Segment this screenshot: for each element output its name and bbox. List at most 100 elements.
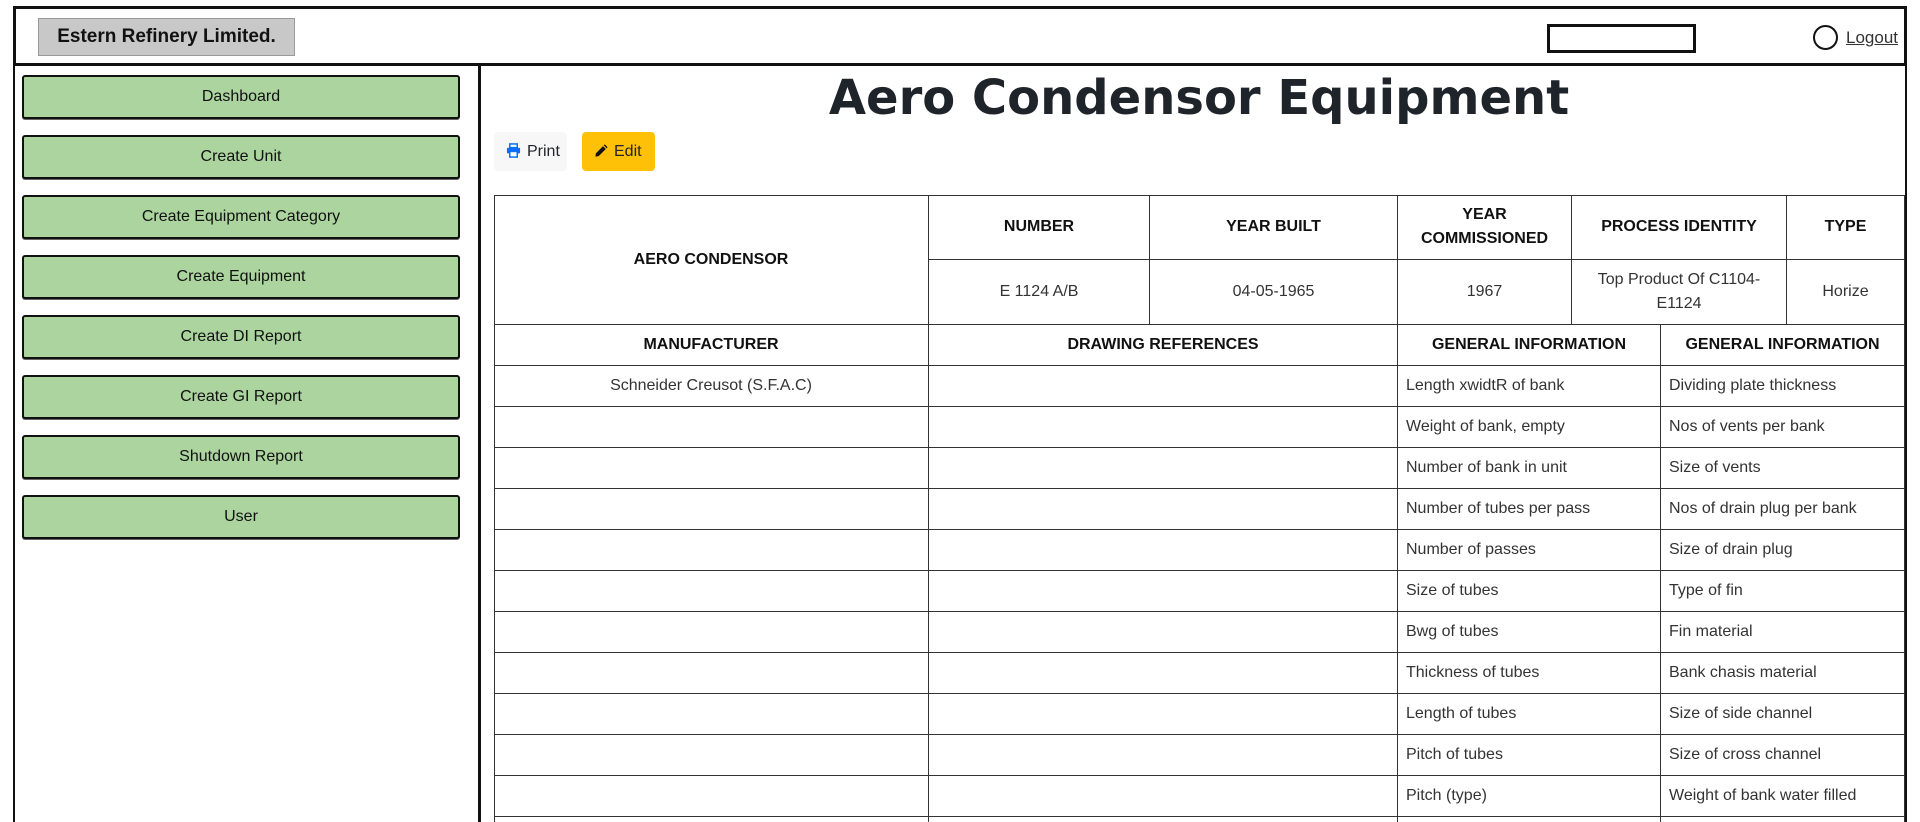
value-process-identity: Top Product Of C1104-E1124 <box>1572 260 1787 325</box>
manufacturer-cell <box>494 817 929 822</box>
header-general-information-2: GENERAL INFORMATION <box>1661 325 1905 366</box>
logout-link[interactable]: Logout <box>1846 25 1898 51</box>
edit-button[interactable]: Edit <box>582 132 655 171</box>
logout-circle-icon[interactable] <box>1813 25 1838 50</box>
sidebar-item-create-gi-report[interactable]: Create GI Report <box>22 375 460 419</box>
general-info-1-cell: Bwg of tubes <box>1398 612 1661 653</box>
header-number: NUMBER <box>929 195 1150 260</box>
general-info-2-cell: Fin material <box>1661 612 1905 653</box>
general-info-1-cell: Number of tubes per pass <box>1398 489 1661 530</box>
general-info-2-cell-text: Type of fin <box>1669 582 1743 599</box>
general-info-2-cell: Size of drain plug <box>1661 530 1905 571</box>
page-title: Aero Condensor Equipment <box>828 70 1570 126</box>
header-year-commissioned-text: YEAR COMMISSIONED <box>1420 206 1549 247</box>
sidebar-item-user[interactable]: User <box>22 495 460 539</box>
general-info-1-cell-text: Pitch (type) <box>1406 787 1487 804</box>
print-label: Print <box>527 143 560 160</box>
general-info-1-cell: Pitch of tubes <box>1398 735 1661 776</box>
general-info-1-cell-text: Length of tubes <box>1406 705 1517 722</box>
manufacturer-cell <box>494 448 929 489</box>
value-process-identity-text: Top Product Of C1104-E1124 <box>1597 271 1761 312</box>
value-year-built: 04-05-1965 <box>1150 260 1398 325</box>
sidebar-item-shutdown-report[interactable]: Shutdown Report <box>22 435 460 479</box>
value-number: E 1124 A/B <box>929 260 1150 325</box>
header-manufacturer: MANUFACTURER <box>494 325 929 366</box>
general-info-2-cell: Nos of vents per bank <box>1661 407 1905 448</box>
drawing-reference-cell <box>929 694 1398 735</box>
general-info-2-cell: Size of side channel <box>1661 694 1905 735</box>
header-process-identity-text: PROCESS IDENTITY <box>1601 218 1757 235</box>
general-info-1-cell: Thickness of tubes <box>1398 653 1661 694</box>
general-info-2-cell: Dividing plate thickness <box>1661 366 1905 407</box>
drawing-reference-cell <box>929 571 1398 612</box>
manufacturer-cell <box>494 612 929 653</box>
header-type-text: TYPE <box>1824 218 1867 235</box>
equipment-label-cell-text: AERO CONDENSOR <box>633 250 789 268</box>
general-info-2-cell-text: Bank chasis material <box>1669 664 1817 681</box>
value-year-commissioned: 1967 <box>1398 260 1572 325</box>
manufacturer-cell <box>494 735 929 776</box>
header-drawing-references-text: DRAWING REFERENCES <box>1067 336 1259 353</box>
header-type: TYPE <box>1787 195 1905 260</box>
sidebar-item-create-equipment[interactable]: Create Equipment <box>22 255 460 299</box>
printer-icon <box>506 143 521 158</box>
print-button[interactable]: Print <box>494 132 567 171</box>
sidebar-item-create-unit[interactable]: Create Unit <box>22 135 460 179</box>
header-search-input[interactable] <box>1547 24 1696 53</box>
header-number-text: NUMBER <box>1003 218 1075 235</box>
header-general-information-1: GENERAL INFORMATION <box>1398 325 1661 366</box>
manufacturer-cell <box>494 530 929 571</box>
general-info-2-cell-text: Nos of vents per bank <box>1669 418 1825 435</box>
general-info-2-cell-text: Size of vents <box>1669 459 1761 476</box>
manufacturer-cell <box>494 776 929 817</box>
drawing-reference-cell <box>929 817 1398 822</box>
general-info-1-cell: Pitch (type) <box>1398 776 1661 817</box>
general-info-2-cell-text: Dividing plate thickness <box>1669 377 1837 394</box>
general-info-2-cell: Type of fin <box>1661 571 1905 612</box>
general-info-2-cell: Size of cross channel <box>1661 735 1905 776</box>
drawing-reference-cell <box>929 407 1398 448</box>
general-info-2-cell-text: Fin material <box>1669 623 1753 640</box>
general-info-1-cell-text: Weight of bank, empty <box>1406 418 1565 435</box>
value-type: Horize <box>1787 260 1905 325</box>
sidebar-item-create-di-report[interactable]: Create DI Report <box>22 315 460 359</box>
general-info-1-cell-text: Bwg of tubes <box>1406 623 1499 640</box>
general-info-2-cell: Nos of drain plug per bank <box>1661 489 1905 530</box>
general-info-2-cell-text: Nos of drain plug per bank <box>1669 500 1857 517</box>
sidebar-item-create-equipment-category[interactable]: Create Equipment Category <box>22 195 460 239</box>
brand-logo: Estern Refinery Limited. <box>38 18 295 56</box>
general-info-2-cell: Bank chasis material <box>1661 653 1905 694</box>
drawing-reference-cell <box>929 448 1398 489</box>
pencil-icon <box>595 144 608 157</box>
header-general-information-2-text: GENERAL INFORMATION <box>1685 336 1880 353</box>
sidebar-divider <box>478 64 481 822</box>
value-year-commissioned-text: 1967 <box>1466 283 1503 300</box>
header-manufacturer-text: MANUFACTURER <box>643 336 779 353</box>
general-info-1-cell-text: Number of bank in unit <box>1406 459 1567 476</box>
manufacturer-cell <box>494 571 929 612</box>
drawing-reference-cell <box>929 653 1398 694</box>
general-info-1-cell: Length xwidtR of bank <box>1398 366 1661 407</box>
equipment-label-cell: AERO CONDENSOR <box>494 195 929 325</box>
drawing-reference-cell <box>929 776 1398 817</box>
drawing-reference-cell <box>929 366 1398 407</box>
manufacturer-cell-text: Schneider Creusot (S.F.A.C) <box>610 377 812 394</box>
general-info-2-cell-text: Size of drain plug <box>1669 541 1793 558</box>
drawing-reference-cell <box>929 612 1398 653</box>
general-info-1-cell-text: Number of tubes per pass <box>1406 500 1591 517</box>
header-drawing-references: DRAWING REFERENCES <box>929 325 1398 366</box>
sidebar: Dashboard Create Unit Create Equipment C… <box>22 75 460 555</box>
general-info-1-cell: Number of passes <box>1398 530 1661 571</box>
header-year-built-text: YEAR BUILT <box>1226 218 1321 235</box>
drawing-reference-cell <box>929 530 1398 571</box>
drawing-reference-cell <box>929 489 1398 530</box>
general-info-2-cell-text: Size of side channel <box>1669 705 1813 722</box>
value-type-text: Horize <box>1822 283 1869 300</box>
general-info-1-cell <box>1398 817 1661 822</box>
manufacturer-cell <box>494 489 929 530</box>
sidebar-item-dashboard[interactable]: Dashboard <box>22 75 460 119</box>
header-process-identity: PROCESS IDENTITY <box>1572 195 1787 260</box>
manufacturer-cell <box>494 407 929 448</box>
general-info-2-cell-text: Size of cross channel <box>1669 746 1822 763</box>
general-info-1-cell: Weight of bank, empty <box>1398 407 1661 448</box>
